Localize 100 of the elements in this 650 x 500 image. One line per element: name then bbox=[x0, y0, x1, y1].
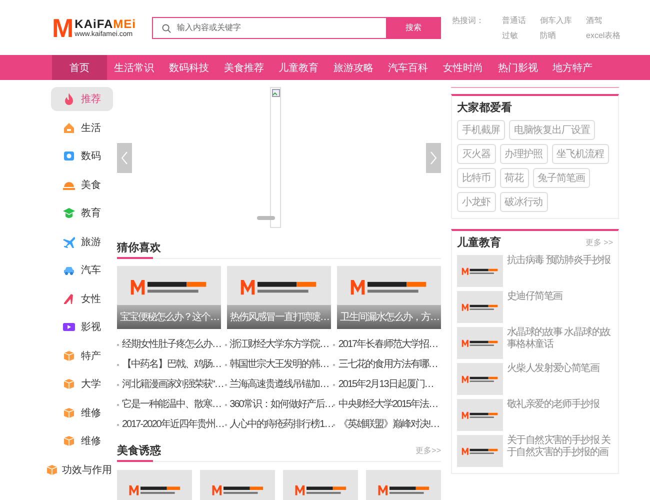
tag[interactable]: 手机截屏 bbox=[457, 120, 505, 140]
image-placeholder[interactable] bbox=[457, 255, 503, 287]
tag[interactable]: 比特币 bbox=[457, 168, 496, 188]
sidebar-item[interactable]: 汽车 bbox=[51, 258, 113, 282]
sidebar-item[interactable]: 特产 bbox=[51, 344, 113, 368]
article-link[interactable]: 2017年长春师范大学招… bbox=[338, 338, 438, 351]
image-placeholder[interactable] bbox=[457, 327, 503, 359]
article-link[interactable]: 兰海高速贵遵线吊锚加… bbox=[230, 378, 329, 391]
article-link[interactable]: 中央财经大学2015年法… bbox=[338, 398, 438, 411]
hot-search-link[interactable]: 倒车入库 bbox=[540, 14, 572, 26]
tag[interactable]: 兔子简笔画 bbox=[532, 168, 590, 188]
tag[interactable]: 小龙虾 bbox=[457, 192, 496, 212]
sidebar-item[interactable]: 美食 bbox=[51, 172, 113, 196]
article-link[interactable]: 《英雄联盟》巅峰对决!… bbox=[338, 418, 440, 431]
sidebar-item[interactable]: 维修 bbox=[51, 400, 113, 424]
image-placeholder[interactable] bbox=[457, 291, 503, 323]
image-placeholder[interactable] bbox=[366, 470, 441, 500]
article-link[interactable]: 抗击病毒 预防肺炎手抄报 bbox=[507, 255, 610, 287]
chevron-left-icon bbox=[121, 150, 128, 164]
sidebar-item[interactable]: 女性 bbox=[51, 286, 113, 310]
more-link[interactable]: 更多 >> bbox=[585, 237, 613, 248]
article-link[interactable]: 它是一种能温中、散寒… bbox=[122, 398, 221, 411]
nav-tab[interactable]: 女性时尚 bbox=[436, 55, 490, 80]
article-link[interactable]: 火柴人发射爱心简笔画 bbox=[507, 363, 600, 395]
sidebar-item[interactable]: 数码 bbox=[51, 144, 113, 168]
hot-search-link[interactable]: 防晒 bbox=[540, 30, 572, 40]
sidebar-item[interactable]: 维修 bbox=[51, 429, 113, 453]
logo-drawing bbox=[376, 484, 430, 496]
image-placeholder[interactable] bbox=[117, 470, 192, 500]
airplane-icon bbox=[63, 236, 75, 248]
article-link[interactable]: 关于自然灾害的手抄报 关于自然灾害的手抄报的画 bbox=[507, 435, 613, 467]
section-title: 猜你喜欢 bbox=[117, 240, 161, 254]
tag[interactable]: 灭火器 bbox=[457, 144, 496, 164]
logo-drawing bbox=[461, 338, 499, 348]
tag[interactable]: 电脑恢复出厂设置 bbox=[509, 120, 595, 140]
article-link[interactable]: 人心中的痔疮药排行榜1… bbox=[230, 418, 334, 431]
chevron-right-icon bbox=[430, 150, 437, 164]
package-icon bbox=[63, 378, 75, 390]
article-link[interactable]: 史迪仔简笔画 bbox=[507, 291, 562, 323]
camera-icon bbox=[63, 150, 75, 162]
card-caption[interactable]: 卫生间漏水怎么办，方… bbox=[337, 305, 441, 329]
sidebar-item[interactable]: 影视 bbox=[51, 315, 113, 339]
broken-image-icon bbox=[272, 89, 280, 97]
section-title: 美食诱惑 bbox=[117, 443, 161, 458]
nav-tab[interactable]: 旅游攻略 bbox=[326, 55, 381, 80]
nav-tab[interactable]: 数码科技 bbox=[162, 55, 216, 80]
sidebar-item[interactable]: 功效与作用 bbox=[45, 458, 113, 482]
sidebar-item[interactable]: 旅游 bbox=[51, 230, 113, 254]
article-link[interactable]: 水晶球的故事 水晶球的故事格林童话 bbox=[507, 327, 613, 359]
nav-tab[interactable]: 生活常识 bbox=[106, 55, 162, 80]
article-link[interactable]: 【中药名】巴戟、鸡肠… bbox=[122, 358, 221, 371]
hot-search-link[interactable]: 普通话 bbox=[502, 14, 526, 26]
image-placeholder[interactable]: 卫生间漏水怎么办，方… bbox=[337, 266, 441, 329]
article-link[interactable]: 浙江财经大学东方学院… bbox=[230, 338, 329, 351]
article-link[interactable]: 三七花的食用方法有哪… bbox=[338, 358, 438, 371]
tag[interactable]: 坐飞机流程 bbox=[552, 144, 609, 164]
article-link[interactable]: 韩国世宗大王发明的韩… bbox=[230, 358, 329, 371]
panel-title: 儿童教育 bbox=[457, 235, 501, 250]
article-link[interactable]: 河北籍漫画家刘强荣获“… bbox=[122, 378, 224, 391]
tag[interactable]: 荷花 bbox=[500, 168, 528, 188]
image-placeholder[interactable] bbox=[457, 435, 503, 467]
image-placeholder[interactable] bbox=[200, 470, 275, 500]
search-button[interactable]: 搜索 bbox=[386, 16, 441, 38]
more-link[interactable]: 更多>> bbox=[416, 444, 441, 456]
card-caption[interactable]: 宝宝便秘怎么办？这个… bbox=[117, 305, 221, 329]
hot-search-link[interactable]: excel表格 bbox=[586, 30, 621, 40]
image-placeholder[interactable] bbox=[457, 399, 503, 431]
panel-title: 大家都爱看 bbox=[457, 100, 512, 115]
house-icon bbox=[63, 122, 75, 134]
sidebar-item[interactable]: 教育 bbox=[51, 201, 113, 225]
sidebar-item[interactable]: 生活 bbox=[51, 116, 113, 140]
package-icon bbox=[63, 350, 75, 362]
tag[interactable]: 破冰行动 bbox=[500, 192, 548, 212]
search-field[interactable]: 输入内容或关键字 搜索 bbox=[152, 16, 441, 38]
image-placeholder[interactable]: 热伤风感冒一直打喷嚏… bbox=[227, 266, 331, 329]
card-caption[interactable]: 热伤风感冒一直打喷嚏… bbox=[227, 305, 331, 329]
article-link[interactable]: 2015年2月13日起厦门… bbox=[338, 378, 434, 391]
article-link[interactable]: 2017-2020年近四年贵州… bbox=[122, 418, 224, 431]
image-placeholder[interactable] bbox=[457, 363, 503, 395]
nav-tab[interactable]: 首页 bbox=[52, 55, 107, 80]
article-link[interactable]: 360常识：如何做好产后… bbox=[230, 398, 334, 411]
graduation-cap-icon bbox=[63, 207, 75, 219]
nav-tab[interactable]: 汽车百科 bbox=[380, 55, 436, 80]
image-placeholder[interactable]: 宝宝便秘怎么办？这个… bbox=[117, 266, 221, 329]
logo-drawing bbox=[461, 446, 499, 456]
video-icon bbox=[63, 321, 75, 333]
nav-tab[interactable]: 美食推荐 bbox=[216, 55, 272, 80]
image-placeholder[interactable] bbox=[283, 470, 358, 500]
tag[interactable]: 办理护照 bbox=[500, 144, 548, 164]
article-link[interactable]: 经期女性肚子疼怎么办… bbox=[122, 338, 221, 351]
sidebar-item[interactable]: 大学 bbox=[51, 372, 113, 396]
nav-tab[interactable]: 地方特产 bbox=[545, 55, 600, 80]
nav-tab[interactable]: 热门影视 bbox=[490, 55, 546, 80]
sidebar-item[interactable]: 推荐 bbox=[51, 87, 113, 111]
hot-search-link[interactable]: 酒驾 bbox=[586, 14, 621, 26]
search-icon bbox=[162, 24, 171, 32]
article-link[interactable]: 敬礼亲爱的老师手抄报 bbox=[507, 399, 600, 431]
logo-drawing bbox=[461, 374, 499, 384]
hot-search-link[interactable]: 过敏 bbox=[502, 30, 526, 40]
nav-tab[interactable]: 儿童教育 bbox=[271, 55, 326, 80]
